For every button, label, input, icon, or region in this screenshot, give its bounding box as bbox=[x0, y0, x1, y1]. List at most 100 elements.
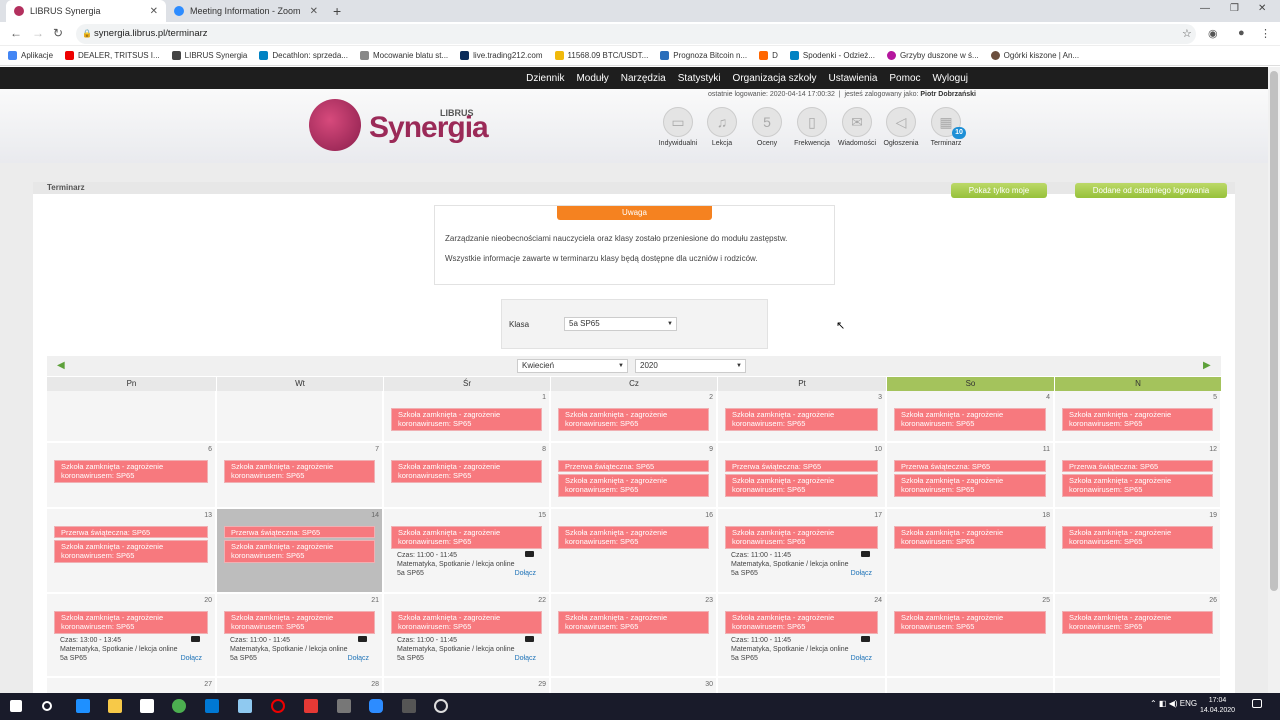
app-icon[interactable] bbox=[402, 699, 416, 713]
page-scrollbar[interactable] bbox=[1268, 67, 1280, 693]
event-school-closed[interactable]: Szkoła zamknięta - zagrożenie koronawiru… bbox=[1062, 408, 1213, 431]
app-icon[interactable] bbox=[238, 699, 252, 713]
calendar-day-cell[interactable]: 30 bbox=[551, 678, 717, 693]
event-school-closed[interactable]: Szkoła zamknięta - zagrożenie koronawiru… bbox=[558, 474, 709, 497]
event-school-closed[interactable]: Szkoła zamknięta - zagrożenie koronawiru… bbox=[54, 460, 208, 483]
calendar-day-cell[interactable]: 15 Szkoła zamknięta - zagrożenie koronawi… bbox=[384, 509, 550, 593]
calendar-day-cell[interactable]: 26 Szkoła zamknięta - zagrożenie koronawi… bbox=[1055, 594, 1221, 677]
synergia-logo-icon[interactable] bbox=[309, 99, 361, 151]
reload-icon[interactable]: ↻ bbox=[53, 26, 63, 40]
calendar-day-cell[interactable] bbox=[217, 391, 383, 442]
menu-icon[interactable]: ⋮ bbox=[1260, 27, 1271, 40]
nav-terminarz[interactable]: ▦ Terminarz 10 bbox=[922, 107, 970, 147]
search-icon[interactable] bbox=[42, 701, 52, 711]
calendar-day-cell[interactable] bbox=[1055, 678, 1221, 693]
class-select[interactable]: 5a SP65 ▼ bbox=[564, 317, 677, 331]
menu-moduly[interactable]: Moduły bbox=[576, 73, 608, 84]
bookmark-item[interactable]: LIBRUS Synergia bbox=[171, 51, 247, 60]
event-school-closed[interactable]: Szkoła zamknięta - zagrożenie koronawiru… bbox=[725, 474, 878, 497]
menu-statystyki[interactable]: Statystyki bbox=[678, 73, 721, 84]
bookmark-item[interactable]: Grzyby duszone w ś... bbox=[886, 51, 979, 60]
join-meeting-link[interactable]: Dołącz bbox=[515, 569, 536, 578]
event-school-closed[interactable]: Szkoła zamknięta - zagrożenie koronawiru… bbox=[391, 611, 542, 634]
calendar-day-cell[interactable]: 20 Szkoła zamknięta - zagrożenie koronawi… bbox=[47, 594, 216, 677]
calendar-day-cell[interactable]: 2 Szkoła zamknięta - zagrożenie koronawir… bbox=[551, 391, 717, 442]
minimize-icon[interactable]: — bbox=[1200, 3, 1210, 14]
calendar-day-cell[interactable]: 25 Szkoła zamknięta - zagrożenie koronawi… bbox=[887, 594, 1054, 677]
event-school-closed[interactable]: Szkoła zamknięta - zagrożenie koronawiru… bbox=[1062, 526, 1213, 549]
calendar-day-cell[interactable]: 10 Przerwa świąteczna: SP65 Szkoła zamknię… bbox=[718, 443, 886, 508]
join-meeting-link[interactable]: Dołącz bbox=[348, 654, 369, 663]
next-month-icon[interactable]: ▶ bbox=[1203, 360, 1211, 371]
event-school-closed[interactable]: Szkoła zamknięta - zagrożenie koronawiru… bbox=[54, 540, 208, 563]
calendar-day-cell[interactable]: 21 Szkoła zamknięta - zagrożenie koronawi… bbox=[217, 594, 383, 677]
event-school-closed[interactable]: Szkoła zamknięta - zagrożenie koronawiru… bbox=[725, 526, 878, 549]
close-window-icon[interactable]: ✕ bbox=[1258, 3, 1266, 14]
store-icon[interactable] bbox=[140, 699, 154, 713]
windows-start-icon[interactable] bbox=[10, 700, 22, 712]
event-school-closed[interactable]: Szkoła zamknięta - zagrożenie koronawiru… bbox=[391, 526, 542, 549]
calendar-day-cell[interactable]: 22 Szkoła zamknięta - zagrożenie koronawi… bbox=[384, 594, 550, 677]
event-school-closed[interactable]: Szkoła zamknięta - zagrożenie koronawiru… bbox=[558, 526, 709, 549]
close-tab-icon[interactable]: ✕ bbox=[310, 6, 318, 17]
event-school-closed[interactable]: Szkoła zamknięta - zagrożenie koronawiru… bbox=[894, 408, 1046, 431]
event-school-closed[interactable]: Szkoła zamknięta - zagrożenie koronawiru… bbox=[558, 408, 709, 431]
calendar-day-cell[interactable]: 1 Szkoła zamknięta - zagrożenie koronawir… bbox=[384, 391, 550, 442]
event-holiday-break[interactable]: Przerwa świąteczna: SP65 bbox=[725, 460, 878, 472]
calendar-day-cell[interactable]: 18 Szkoła zamknięta - zagrożenie koronawi… bbox=[887, 509, 1054, 593]
event-holiday-break[interactable]: Przerwa świąteczna: SP65 bbox=[1062, 460, 1213, 472]
bookmark-item[interactable]: DEALER, TRITSUS I... bbox=[65, 51, 160, 60]
bookmark-item[interactable]: D bbox=[759, 51, 778, 60]
file-explorer-icon[interactable] bbox=[108, 699, 122, 713]
app-icon[interactable] bbox=[304, 699, 318, 713]
taskbar-clock[interactable]: 17:04 14.04.2020 bbox=[1200, 696, 1235, 716]
notifications-icon[interactable] bbox=[1252, 699, 1262, 708]
menu-ustawienia[interactable]: Ustawienia bbox=[828, 73, 877, 84]
chrome-icon[interactable] bbox=[172, 699, 186, 713]
join-meeting-link[interactable]: Dołącz bbox=[851, 569, 872, 578]
profile-icon[interactable]: ● bbox=[1238, 27, 1245, 39]
clock-app-icon[interactable] bbox=[434, 699, 448, 713]
join-meeting-link[interactable]: Dołącz bbox=[515, 654, 536, 663]
nav-lekcja[interactable]: ♫ Lekcja bbox=[698, 107, 746, 147]
event-school-closed[interactable]: Szkoła zamknięta - zagrożenie koronawiru… bbox=[725, 611, 878, 634]
nav-ogloszenia[interactable]: ◁ Ogłoszenia bbox=[877, 107, 925, 147]
calendar-day-cell[interactable] bbox=[47, 391, 216, 442]
mail-app-icon[interactable] bbox=[205, 699, 219, 713]
added-since-login-button[interactable]: Dodane od ostatniego logowania bbox=[1075, 183, 1227, 198]
join-meeting-link[interactable]: Dołącz bbox=[181, 654, 202, 663]
month-select[interactable]: Kwiecień ▼ bbox=[517, 359, 628, 373]
show-mine-button[interactable]: Pokaż tylko moje bbox=[951, 183, 1047, 198]
nav-frekwencja[interactable]: ▯ Frekwencja bbox=[788, 107, 836, 147]
calendar-day-cell[interactable]: 5 Szkoła zamknięta - zagrożenie koronawir… bbox=[1055, 391, 1221, 442]
menu-wyloguj[interactable]: Wyloguj bbox=[933, 73, 968, 84]
calendar-day-cell[interactable]: 12 Przerwa świąteczna: SP65 Szkoła zamknię… bbox=[1055, 443, 1221, 508]
calendar-day-cell[interactable]: 4 Szkoła zamknięta - zagrożenie koronawir… bbox=[887, 391, 1054, 442]
back-icon[interactable]: ← bbox=[10, 26, 22, 40]
event-school-closed[interactable]: Szkoła zamknięta - zagrożenie koronawiru… bbox=[894, 526, 1046, 549]
calendar-day-cell[interactable]: 24 Szkoła zamknięta - zagrożenie koronawi… bbox=[718, 594, 886, 677]
event-school-closed[interactable]: Szkoła zamknięta - zagrożenie koronawiru… bbox=[54, 611, 208, 634]
menu-pomoc[interactable]: Pomoc bbox=[889, 73, 920, 84]
system-tray[interactable]: ⌃ ◧ ◀) ENG bbox=[1150, 699, 1197, 708]
calendar-day-cell[interactable]: 8 Szkoła zamknięta - zagrożenie koronawir… bbox=[384, 443, 550, 508]
nav-indywidualni[interactable]: ▭ Indywidualni bbox=[654, 107, 702, 147]
join-meeting-link[interactable]: Dołącz bbox=[851, 654, 872, 663]
bookmark-item[interactable]: Prognoza Bitcoin n... bbox=[660, 51, 747, 60]
event-school-closed[interactable]: Szkoła zamknięta - zagrożenie koronawiru… bbox=[894, 474, 1046, 497]
event-school-closed[interactable]: Szkoła zamknięta - zagrożenie koronawiru… bbox=[1062, 474, 1213, 497]
bookmark-item[interactable]: Decathlon: sprzeda... bbox=[259, 51, 348, 60]
calendar-day-cell[interactable]: 3 Szkoła zamknięta - zagrożenie koronawir… bbox=[718, 391, 886, 442]
event-school-closed[interactable]: Szkoła zamknięta - zagrożenie koronawiru… bbox=[725, 408, 878, 431]
event-school-closed[interactable]: Szkoła zamknięta - zagrożenie koronawiru… bbox=[224, 611, 375, 634]
calendar-day-cell[interactable]: 14 Przerwa świąteczna: SP65 Szkoła zamknię… bbox=[217, 509, 383, 593]
prev-month-icon[interactable]: ◀ bbox=[57, 360, 65, 371]
new-tab-icon[interactable]: + bbox=[333, 3, 341, 19]
calendar-day-cell[interactable]: 6 Szkoła zamknięta - zagrożenie koronawir… bbox=[47, 443, 216, 508]
event-school-closed[interactable]: Szkoła zamknięta - zagrożenie koronawiru… bbox=[1062, 611, 1213, 634]
maximize-icon[interactable]: ❐ bbox=[1230, 3, 1239, 14]
edge-icon[interactable] bbox=[76, 699, 90, 713]
zoom-app-icon[interactable] bbox=[369, 699, 383, 713]
event-holiday-break[interactable]: Przerwa świąteczna: SP65 bbox=[558, 460, 709, 472]
event-school-closed[interactable]: Szkoła zamknięta - zagrożenie koronawiru… bbox=[224, 460, 375, 483]
